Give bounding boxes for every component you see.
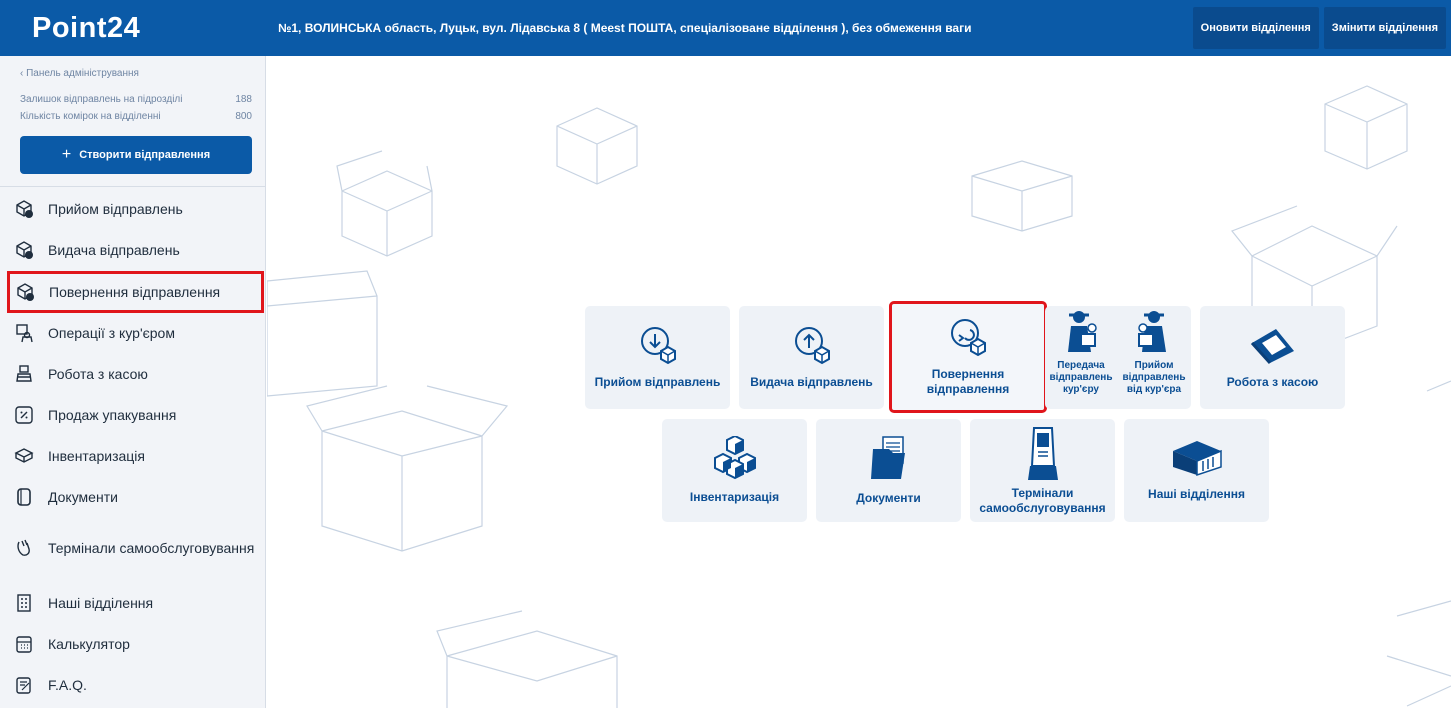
- sidebar-item-calculator[interactable]: Калькулятор: [14, 632, 262, 656]
- shipments-remaining-stat: Залишок відправлень на підрозділі 188: [20, 94, 252, 105]
- sidebar-item-inventory[interactable]: Інвентаризація: [14, 444, 262, 468]
- admin-panel-label: Панель адміністрування: [26, 68, 139, 79]
- sidebar-item-label: Інвентаризація: [48, 448, 145, 464]
- tile-return[interactable]: Повернення відправлення: [889, 301, 1047, 413]
- inventory-icon: [14, 446, 34, 466]
- tile-courier-receive[interactable]: Прийом відправлень від кур'єра: [1118, 308, 1190, 396]
- sidebar-item-label: Продаж упакування: [48, 407, 177, 423]
- receive-box-icon: [640, 327, 676, 365]
- tile-label: Документи: [856, 491, 921, 505]
- tile-label: Передача відправлень кур'єру: [1049, 360, 1113, 395]
- tile-label: Робота з касою: [1226, 375, 1319, 389]
- change-branch-button[interactable]: Змінити відділення: [1323, 7, 1446, 49]
- tile-courier-handover[interactable]: Передача відправлень кур'єру: [1045, 308, 1117, 396]
- branch-building-icon: [1172, 441, 1222, 477]
- self-service-terminal-icon: [1027, 426, 1058, 480]
- tile-documents[interactable]: Документи: [816, 419, 961, 522]
- sidebar-item-terminals[interactable]: Термінали самообслуговування: [14, 526, 262, 570]
- stat-label: Залишок відправлень на підрозділі: [20, 94, 183, 105]
- stat-value: 800: [235, 111, 252, 122]
- sidebar-item-label: Документи: [48, 489, 118, 505]
- box-issue-icon: [14, 240, 34, 260]
- tile-receive[interactable]: Прийом відправлень: [585, 306, 730, 409]
- tile-cash[interactable]: Робота з касою: [1200, 306, 1345, 409]
- sidebar-item-issue[interactable]: Видача відправлень: [14, 238, 262, 262]
- tile-label: Прийом відправлень від кур'єра: [1122, 360, 1186, 395]
- divider: [0, 186, 266, 187]
- folder-documents-icon: [870, 436, 905, 479]
- tile-issue[interactable]: Видача відправлень: [739, 306, 884, 409]
- sidebar-item-label: Повернення відправлення: [49, 284, 221, 300]
- courier-icon: [14, 323, 34, 343]
- logo: Point24: [32, 11, 141, 44]
- tile-label: Термінали самообслуговування: [979, 485, 1106, 515]
- sidebar-item-label: Термінали самообслуговування: [48, 539, 255, 556]
- main-area: Прийом відправлень Видача відправлень По…: [267, 56, 1451, 708]
- tile-inventory[interactable]: Інвентаризація: [662, 419, 807, 522]
- refresh-branch-button[interactable]: Оновити відділення: [1192, 7, 1319, 49]
- top-bar: Point24 №1, ВОЛИНСЬКА область, Луцьк, ву…: [0, 0, 1451, 56]
- card-terminal-icon: [1250, 329, 1294, 365]
- plus-icon: +: [61, 146, 72, 163]
- branch-location: №1, ВОЛИНСЬКА область, Луцьк, вул. Лідав…: [278, 21, 972, 35]
- sidebar-item-label: Операції з кур'єром: [48, 325, 175, 341]
- box-receive-icon: [14, 199, 34, 219]
- tile-terminals[interactable]: Термінали самообслуговування: [970, 419, 1115, 522]
- tile-label: Інвентаризація: [689, 490, 780, 504]
- return-box-icon: [951, 319, 986, 357]
- sidebar: ‹ Панель адміністрування Залишок відправ…: [0, 56, 266, 708]
- stacked-boxes-icon: [713, 436, 756, 480]
- sidebar-item-branches[interactable]: Наші відділення: [14, 591, 262, 615]
- stat-value: 188: [235, 94, 252, 105]
- terminal-icon: [14, 538, 34, 558]
- calculator-icon: [14, 634, 34, 654]
- faq-icon: [14, 675, 34, 695]
- sidebar-item-label: Наші відділення: [48, 595, 154, 611]
- cash-register-icon: [14, 364, 34, 384]
- courier-receive-icon: [1138, 311, 1166, 352]
- tile-label: Повернення відправлення: [926, 367, 1010, 396]
- courier-handover-icon: [1068, 311, 1097, 352]
- tile-label: Видача відправлень: [750, 375, 873, 389]
- sidebar-item-label: Видача відправлень: [48, 242, 180, 258]
- box-return-icon: [15, 282, 35, 302]
- issue-box-icon: [794, 327, 830, 365]
- sidebar-item-cash[interactable]: Робота з касою: [14, 362, 262, 386]
- create-shipment-label: Створити відправлення: [79, 149, 211, 161]
- sidebar-item-label: Калькулятор: [48, 636, 130, 652]
- sidebar-item-packaging[interactable]: Продаж упакування: [14, 403, 262, 427]
- documents-icon: [14, 487, 34, 507]
- cells-count-stat: Кількість комірок на відділенні 800: [20, 111, 252, 122]
- sidebar-item-faq[interactable]: F.A.Q.: [14, 673, 262, 697]
- tile-branches[interactable]: Наші відділення: [1124, 419, 1269, 522]
- create-shipment-button[interactable]: + Створити відправлення: [20, 136, 252, 174]
- sidebar-item-label: Робота з касою: [48, 366, 148, 382]
- building-icon: [14, 593, 34, 613]
- sidebar-item-label: Прийом відправлень: [48, 201, 183, 217]
- sidebar-item-label: F.A.Q.: [48, 677, 87, 693]
- stat-label: Кількість комірок на відділенні: [20, 111, 161, 122]
- tile-label: Наші відділення: [1148, 487, 1245, 501]
- sidebar-item-receive[interactable]: Прийом відправлень: [14, 197, 262, 221]
- sidebar-item-courier[interactable]: Операції з кур'єром: [14, 321, 262, 345]
- percent-icon: [14, 405, 34, 425]
- sidebar-item-return[interactable]: Повернення відправлення: [7, 271, 264, 313]
- admin-panel-link[interactable]: ‹ Панель адміністрування: [20, 68, 139, 79]
- tile-label: Прийом відправлень: [594, 375, 721, 389]
- sidebar-item-documents[interactable]: Документи: [14, 485, 262, 509]
